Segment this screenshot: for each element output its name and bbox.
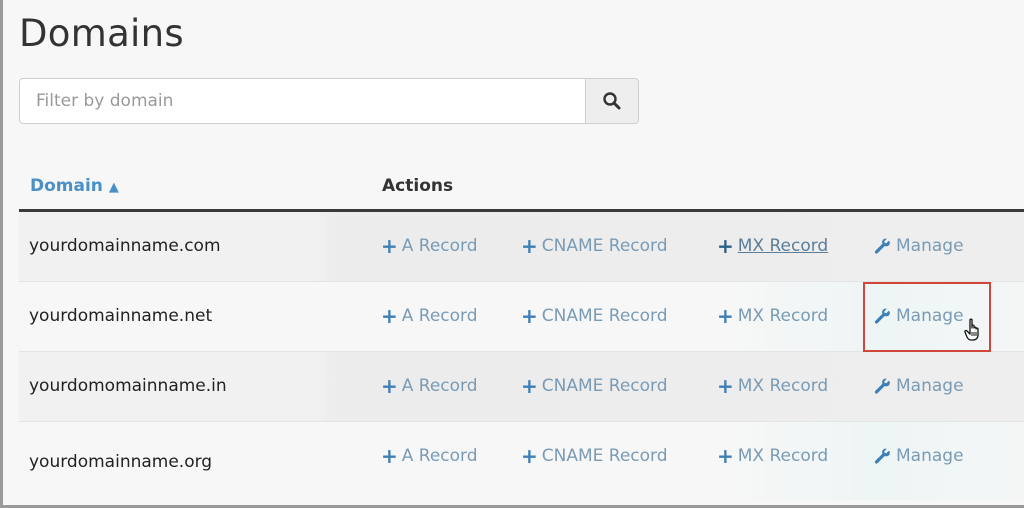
plus-icon: +: [381, 304, 398, 328]
manage-link[interactable]: Manage: [873, 446, 964, 466]
add-cname-record-link[interactable]: + CNAME Record: [521, 236, 668, 256]
manage-link[interactable]: Manage: [873, 306, 964, 326]
table-row: yourdomomainname.in + A Record + CNAME Rec…: [19, 352, 1024, 422]
plus-icon: +: [381, 234, 398, 258]
domain-name: yourdomainname.net: [29, 306, 213, 326]
domains-table: Domain ▲ Actions yourdomainname.com + A Re…: [19, 160, 1024, 500]
add-mx-record-link[interactable]: + MX Record: [717, 236, 828, 256]
wrench-icon: [874, 238, 890, 254]
domain-name: yourdomainname.org: [29, 452, 213, 472]
search-icon: [603, 92, 621, 110]
pointer-hand-icon: [964, 318, 979, 341]
table-header: Domain ▲ Actions: [19, 160, 1024, 212]
column-header-actions: Actions: [382, 176, 454, 196]
column-header-domain[interactable]: Domain ▲: [30, 176, 119, 196]
plus-icon: +: [381, 374, 398, 398]
wrench-icon: [874, 448, 890, 464]
manage-link[interactable]: Manage: [873, 376, 964, 396]
plus-icon: +: [521, 444, 538, 468]
search-button[interactable]: [585, 78, 639, 124]
add-cname-record-link[interactable]: + CNAME Record: [521, 376, 668, 396]
plus-icon: +: [717, 304, 734, 328]
plus-icon: +: [381, 444, 398, 468]
domain-filter: [19, 78, 639, 124]
table-row: yourdomainname.org + A Record + CNAME Reco…: [19, 422, 1024, 500]
plus-icon: +: [521, 234, 538, 258]
add-a-record-link[interactable]: + A Record: [381, 236, 478, 256]
page-frame: Domains Domain ▲ Actions yourdomainname.c…: [0, 0, 1024, 508]
table-row: yourdomainname.com + A Record + CNAME Reco…: [19, 212, 1024, 282]
column-header-domain-label: Domain: [30, 176, 103, 196]
add-a-record-link[interactable]: + A Record: [381, 446, 478, 466]
plus-icon: +: [717, 444, 734, 468]
plus-icon: +: [521, 304, 538, 328]
domain-name: yourdomomainname.in: [29, 376, 227, 396]
manage-link[interactable]: Manage: [873, 236, 964, 256]
plus-icon: +: [717, 234, 734, 258]
filter-domain-input[interactable]: [19, 78, 585, 124]
add-a-record-link[interactable]: + A Record: [381, 376, 478, 396]
domain-name: yourdomainname.com: [29, 236, 221, 256]
table-row: yourdomainname.net + A Record + CNAME Reco…: [19, 282, 1024, 352]
add-a-record-link[interactable]: + A Record: [381, 306, 478, 326]
wrench-icon: [874, 308, 890, 324]
add-cname-record-link[interactable]: + CNAME Record: [521, 446, 668, 466]
add-mx-record-link[interactable]: + MX Record: [717, 306, 828, 326]
add-cname-record-link[interactable]: + CNAME Record: [521, 306, 668, 326]
sort-ascending-icon: ▲: [108, 180, 119, 195]
add-mx-record-link[interactable]: + MX Record: [717, 446, 828, 466]
page-title: Domains: [19, 12, 184, 55]
wrench-icon: [874, 378, 890, 394]
add-mx-record-link[interactable]: + MX Record: [717, 376, 828, 396]
plus-icon: +: [521, 374, 538, 398]
plus-icon: +: [717, 374, 734, 398]
